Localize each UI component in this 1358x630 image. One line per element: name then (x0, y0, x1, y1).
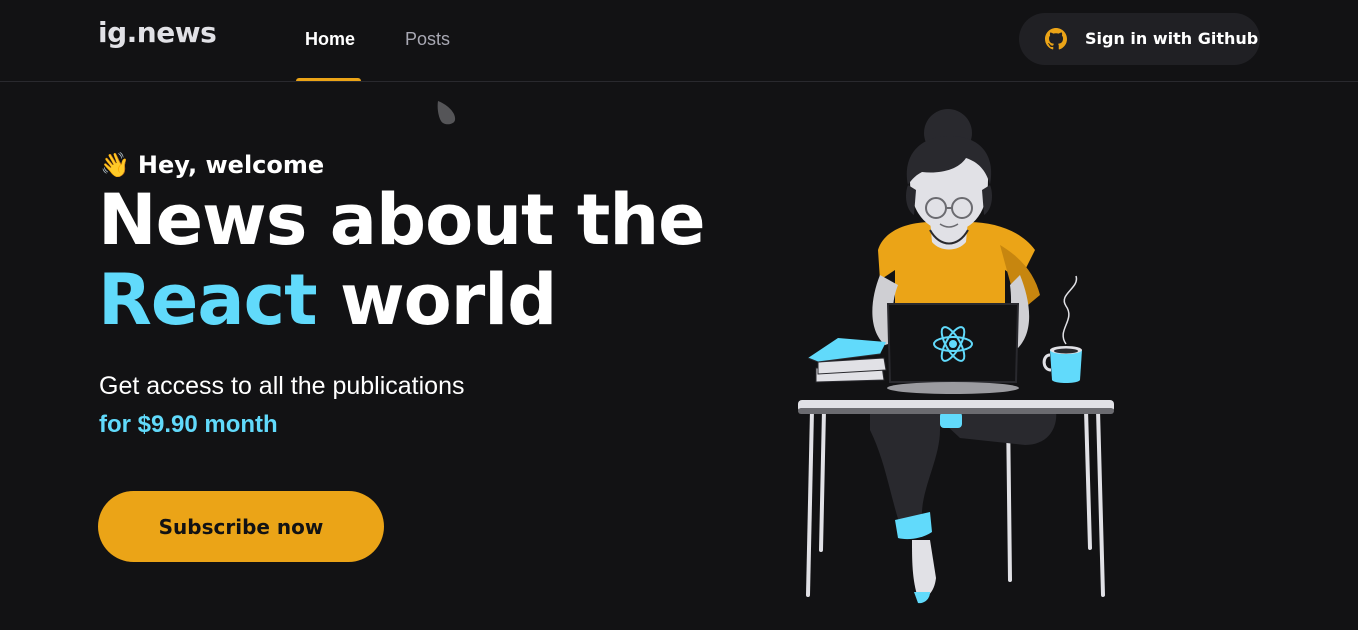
welcome-label: Hey, welcome (137, 151, 325, 179)
nav-active-indicator (296, 78, 361, 81)
woman-head-icon (906, 109, 992, 232)
headline-rest: world (316, 259, 557, 341)
headline-accent: React (98, 259, 318, 341)
table-legs-icon (806, 408, 1105, 597)
nav-posts[interactable]: Posts (405, 29, 450, 50)
site-header: ig.news Home Posts Sign in with Github (0, 0, 1358, 82)
subtitle: Get access to all the publications (99, 372, 465, 400)
page-title: News about the React world (98, 179, 706, 341)
laptop-icon (886, 303, 1020, 394)
waving-hand-icon: 👋 (100, 151, 130, 179)
nav-home[interactable]: Home (305, 29, 355, 50)
woman-laptop-illustration (798, 109, 1114, 604)
books-icon (807, 338, 887, 383)
sign-in-label: Sign in with Github (1085, 29, 1259, 48)
headline-line1: News about the (98, 179, 706, 261)
logo[interactable]: ig.news (98, 16, 217, 49)
subscribe-button[interactable]: Subscribe now (98, 491, 384, 562)
sign-in-github-button[interactable]: Sign in with Github (1019, 13, 1260, 65)
mouse-cursor-icon (437, 101, 456, 125)
github-icon (1045, 28, 1067, 50)
welcome-text: 👋 Hey, welcome (100, 151, 324, 179)
price-text: for $9.90 month (99, 411, 278, 438)
coffee-mug-icon (1042, 275, 1082, 383)
woman-legs-icon (870, 405, 1057, 604)
